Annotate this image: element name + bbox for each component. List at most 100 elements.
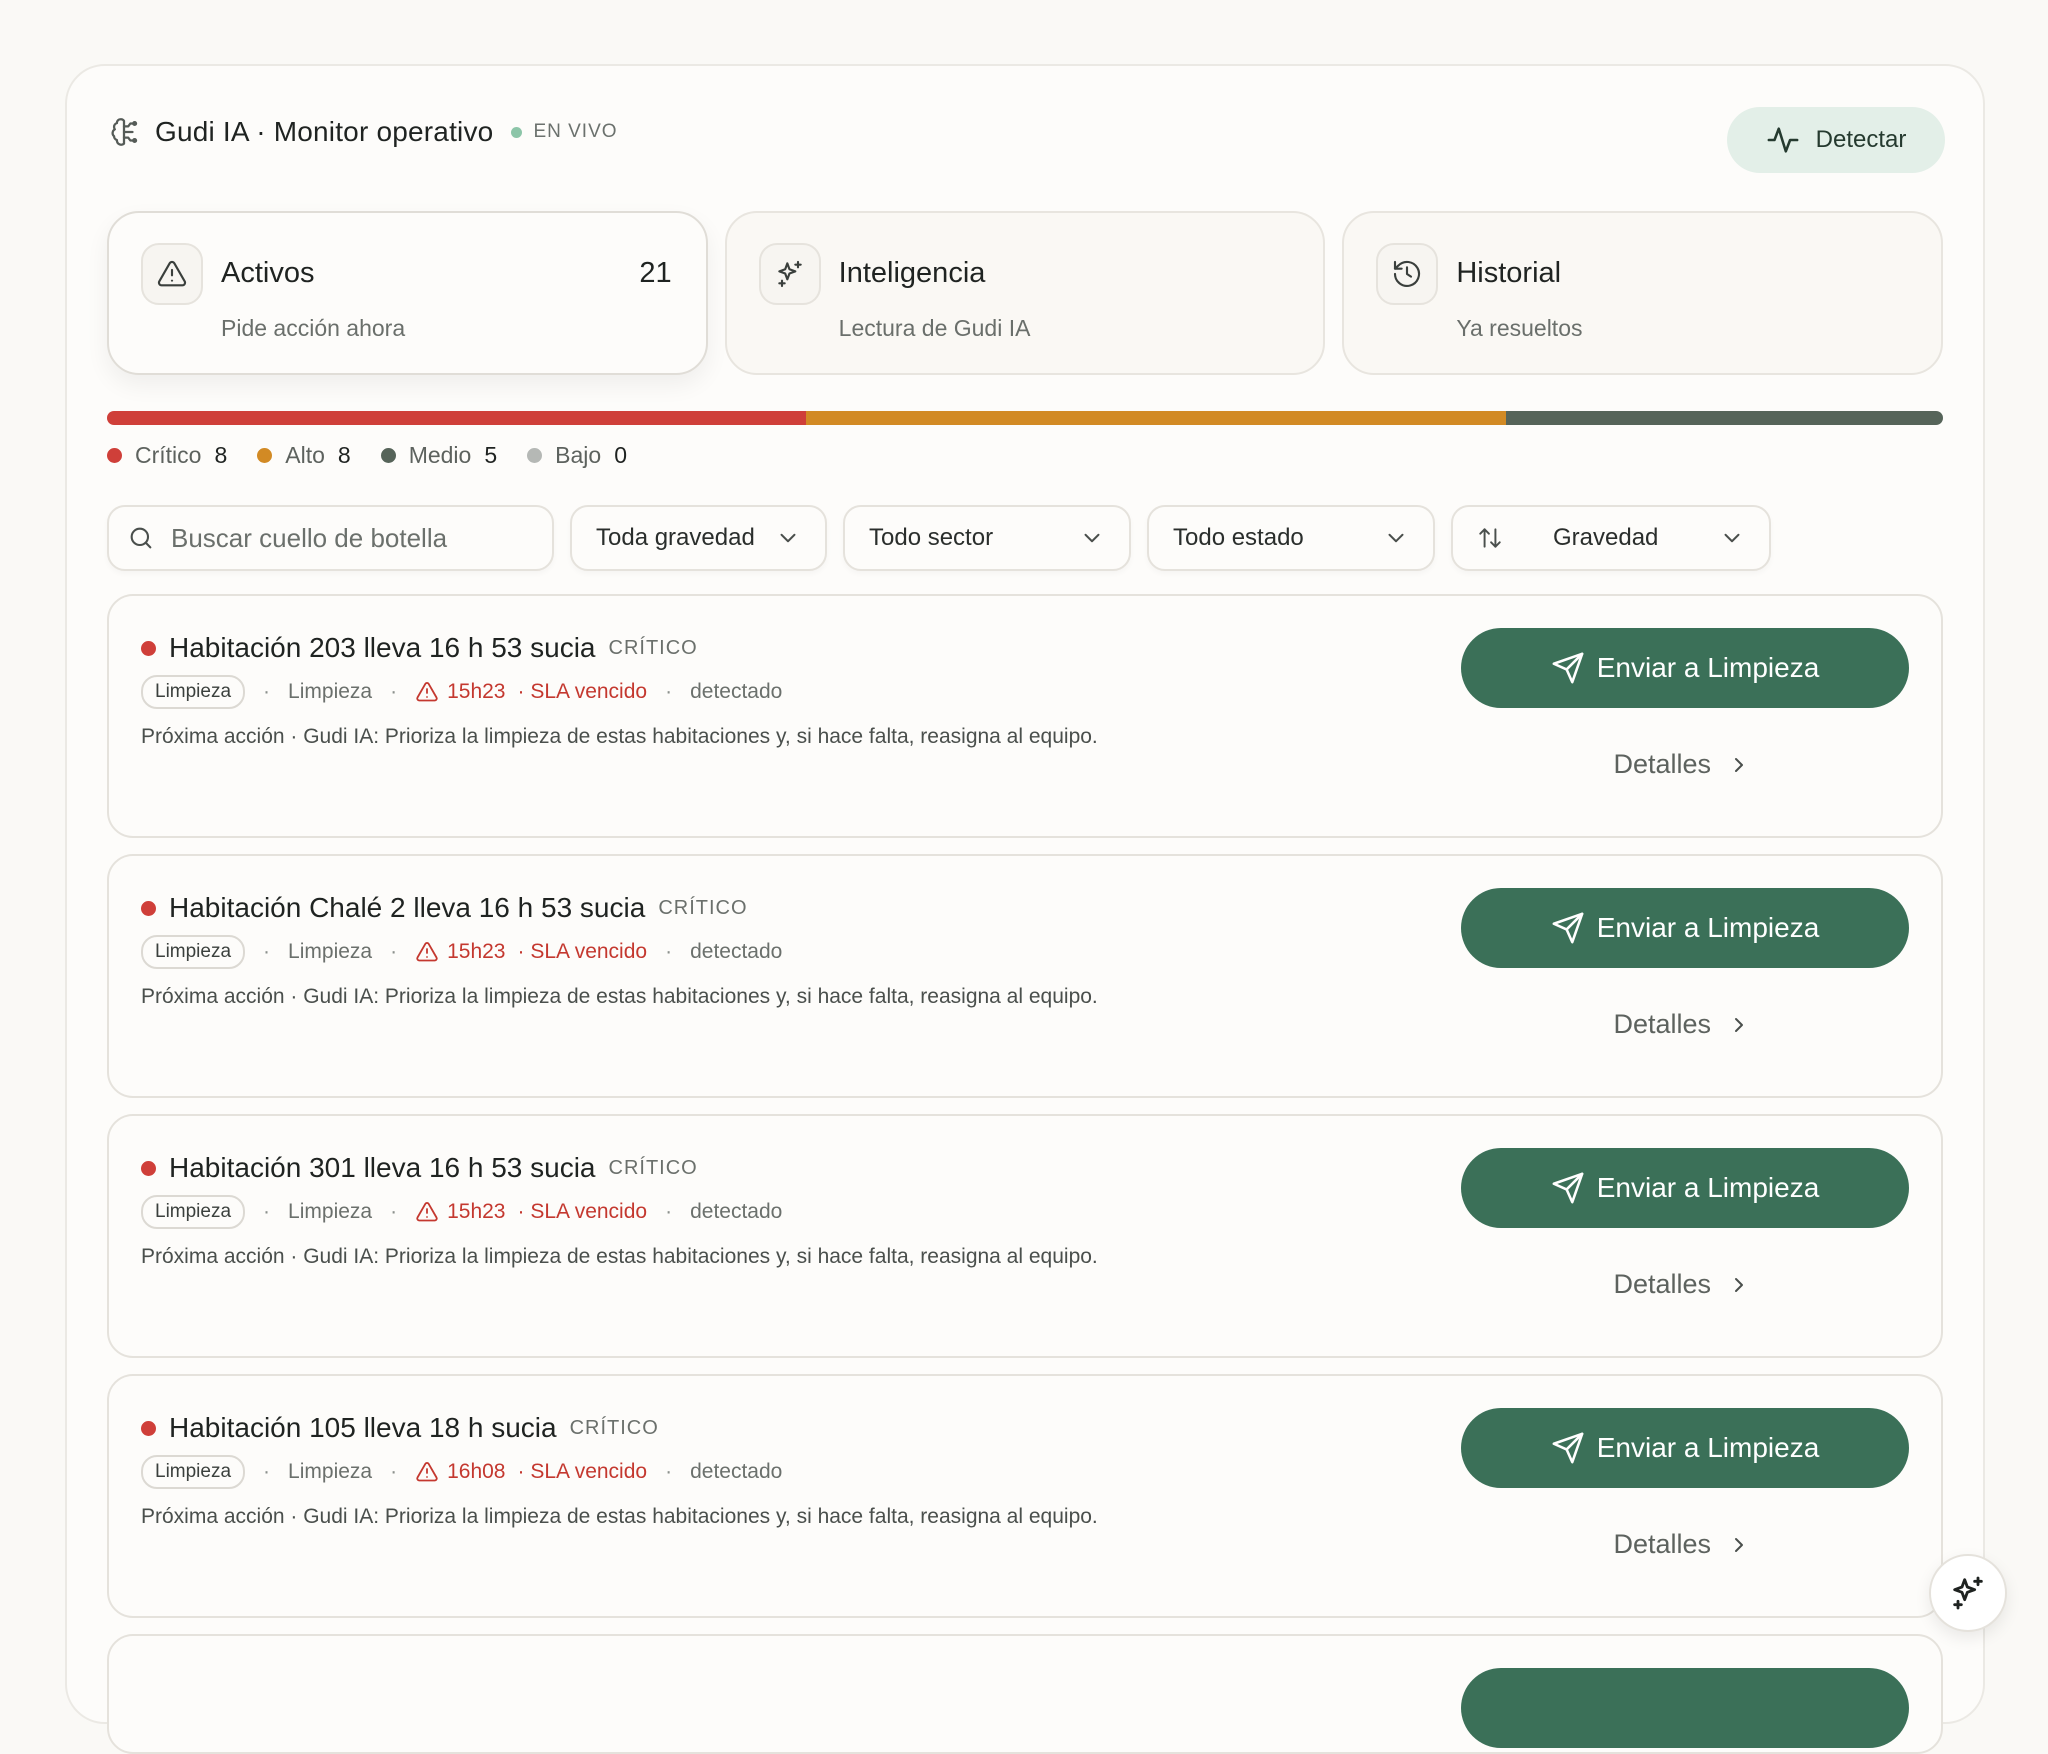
tab-historial[interactable]: Historial Ya resueltos (1342, 211, 1944, 375)
sort-select[interactable]: Gravedad (1451, 505, 1771, 571)
legend-alto[interactable]: Alto 8 (257, 442, 351, 469)
ai-assistant-button[interactable] (1929, 1554, 2007, 1632)
severity-tag: CRÍTICO (608, 1156, 698, 1179)
filter-bar: Toda gravedad Todo sector Todo estado Gr… (107, 505, 1771, 571)
sla-status: · SLA vencido (517, 940, 648, 963)
panel-header: Gudi IA · Monitor operativo EN VIVO (107, 110, 618, 154)
tab-activos[interactable]: Activos Pide acción ahora 21 (107, 211, 708, 375)
separator: · (390, 940, 398, 963)
view-tabs: Activos Pide acción ahora 21 Inteligenci… (107, 211, 1944, 375)
legend-medio[interactable]: Medio 5 (380, 442, 498, 469)
separator: · (390, 1460, 398, 1483)
alert-triangle-icon (157, 260, 187, 287)
live-indicator-dot (511, 126, 523, 138)
sector-chip: Limpieza (141, 675, 246, 709)
send-icon (1552, 1432, 1584, 1464)
detect-button[interactable]: Detectar (1727, 107, 1945, 173)
chevron-right-icon (1735, 1017, 1743, 1032)
send-to-cleaning-button[interactable] (1461, 1668, 1909, 1748)
legend-count: 0 (614, 442, 627, 468)
tab-title: Historial (1456, 257, 1562, 289)
separator: · (263, 1200, 271, 1223)
alert-card: Habitación 301 lleva 16 h 53 sucia CRÍTI… (107, 1114, 1943, 1358)
separator: · (665, 1460, 673, 1483)
tab-subtitle: Pide acción ahora (221, 315, 406, 341)
tab-icon-box (141, 243, 203, 305)
details-label: Detalles (1613, 749, 1711, 779)
legend-label: Alto (285, 442, 325, 468)
alert-status: detectado (690, 1460, 783, 1483)
send-to-cleaning-button[interactable]: Enviar a Limpieza (1461, 628, 1909, 708)
separator: · (665, 940, 673, 963)
chevron-right-icon (1735, 1277, 1743, 1292)
chevron-down-icon (1724, 533, 1740, 543)
severity-segment-alto (806, 411, 1506, 425)
monitor-panel: Gudi IA · Monitor operativo EN VIVO Dete… (65, 64, 1985, 1754)
next-action-text: Próxima acción · Gudi IA: Prioriza la li… (141, 985, 1098, 1008)
alert-title: Habitación Chalé 2 lleva 16 h 53 sucia (169, 892, 646, 923)
tab-icon-box (758, 243, 821, 305)
legend-count: 8 (214, 442, 228, 468)
sector-label: Limpieza (288, 1460, 373, 1483)
elapsed-time: 15h23 (447, 680, 506, 703)
severity-tag: CRÍTICO (658, 896, 748, 919)
sort-select-value: Gravedad (1553, 524, 1659, 551)
separator: · (263, 940, 271, 963)
details-label: Detalles (1613, 1529, 1711, 1559)
sort-arrows-icon (1479, 528, 1501, 548)
elapsed-time: 15h23 (447, 940, 506, 963)
details-link[interactable]: Detalles (1613, 1009, 1751, 1040)
tab-title: Inteligencia (838, 257, 986, 289)
alert-triangle-icon (416, 942, 438, 962)
chevron-down-icon (1084, 533, 1100, 543)
tab-title: Activos (221, 257, 315, 289)
alert-triangle-icon (416, 682, 438, 702)
send-button-label: Enviar a Limpieza (1596, 1172, 1820, 1203)
sector-chip: Limpieza (141, 1195, 246, 1229)
details-link[interactable]: Detalles (1613, 1529, 1751, 1560)
severity-segment-medio (1505, 411, 1943, 425)
alert-title: Habitación 105 lleva 18 h sucia (169, 1412, 557, 1443)
legend-dot (257, 448, 273, 463)
next-action-text: Próxima acción · Gudi IA: Prioriza la li… (141, 725, 1098, 748)
tab-inteligencia[interactable]: Inteligencia Lectura de Gudi IA (724, 211, 1326, 375)
separator: · (263, 1460, 271, 1483)
activity-icon (1767, 127, 1799, 153)
sector-select[interactable]: Todo sector (843, 505, 1131, 571)
send-to-cleaning-button[interactable]: Enviar a Limpieza (1461, 1408, 1909, 1488)
sector-chip: Limpieza (141, 1455, 246, 1489)
severity-tag: CRÍTICO (569, 1416, 659, 1439)
chevron-right-icon (1735, 757, 1743, 772)
next-action-text: Próxima acción · Gudi IA: Prioriza la li… (141, 1505, 1098, 1528)
legend-label: Crítico (135, 442, 202, 468)
detect-label: Detectar (1815, 126, 1907, 153)
alert-title: Habitación 301 lleva 16 h 53 sucia (169, 1152, 596, 1183)
details-link[interactable]: Detalles (1613, 749, 1751, 780)
alert-status: detectado (690, 940, 783, 963)
chevron-down-icon (780, 533, 796, 543)
send-to-cleaning-button[interactable]: Enviar a Limpieza (1461, 888, 1909, 968)
severity-select-value: Toda gravedad (596, 524, 755, 551)
alert-card: Habitación 203 lleva 16 h 53 sucia CRÍTI… (107, 594, 1943, 838)
send-to-cleaning-button[interactable]: Enviar a Limpieza (1461, 1148, 1909, 1228)
tab-icon-box (1376, 243, 1439, 305)
severity-dot (141, 1420, 156, 1436)
alert-triangle-icon (416, 1202, 438, 1222)
status-select[interactable]: Todo estado (1147, 505, 1435, 571)
separator: · (390, 680, 398, 703)
legend-count: 5 (484, 442, 498, 468)
search-input[interactable] (171, 522, 531, 554)
severity-dot (141, 640, 156, 656)
sector-label: Limpieza (288, 680, 373, 703)
tab-count: 21 (639, 257, 672, 289)
legend-bajo[interactable]: Bajo 0 (527, 442, 627, 469)
legend-label: Bajo (555, 442, 602, 468)
send-icon (1552, 652, 1584, 684)
details-link[interactable]: Detalles (1613, 1269, 1751, 1300)
sparkles-icon (777, 260, 802, 288)
sector-chip: Limpieza (141, 935, 246, 969)
legend-critico[interactable]: Crítico 8 (107, 442, 227, 469)
search-field[interactable] (107, 505, 554, 571)
details-label: Detalles (1613, 1269, 1711, 1299)
severity-select[interactable]: Toda gravedad (570, 505, 827, 571)
